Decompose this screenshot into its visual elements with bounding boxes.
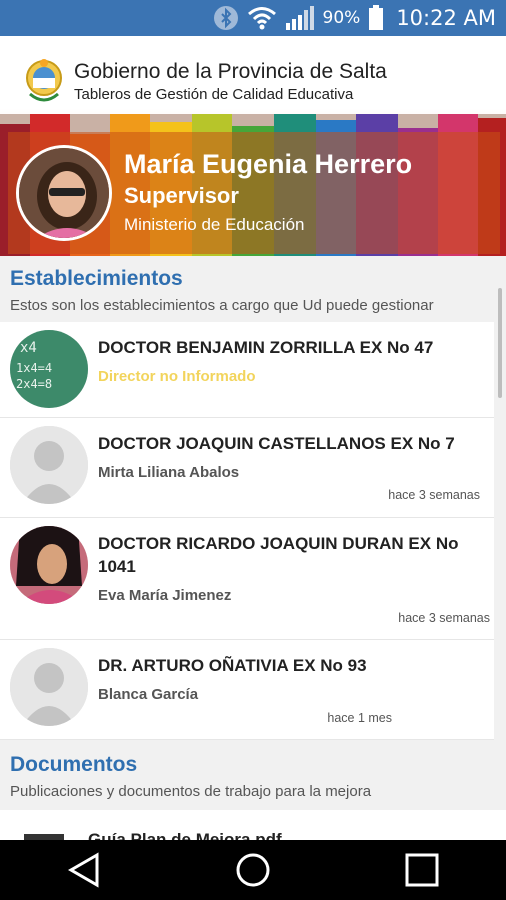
back-button[interactable] xyxy=(54,845,114,895)
svg-text:1x4=4: 1x4=4 xyxy=(16,361,52,375)
director-name: Director no Informado xyxy=(98,368,256,385)
establishment-name: DOCTOR JOAQUIN CASTELLANOS EX No 7 xyxy=(98,434,455,453)
provincial-seal-icon xyxy=(26,59,62,102)
default-avatar-icon xyxy=(10,426,88,504)
establishment-item[interactable]: x4 1x4=4 2x4=8 DOCTOR BENJAMIN ZORRILLA … xyxy=(0,322,494,418)
director-name: Mirta Liliana Abalos xyxy=(98,464,240,481)
user-profile-card: María Eugenia Herrero Supervisor Ministe… xyxy=(8,132,500,254)
default-avatar-icon xyxy=(10,648,88,726)
status-bar: 90% 10:22 AM xyxy=(0,0,506,36)
app-header: Gobierno de la Provincia de Salta Tabler… xyxy=(0,36,506,256)
user-name: María Eugenia Herrero xyxy=(124,149,413,179)
main-content[interactable]: Establecimientos Estos son los estableci… xyxy=(0,256,506,840)
user-organization: Ministerio de Educación xyxy=(124,215,305,234)
last-updated: hace 3 semanas xyxy=(388,488,480,502)
establecimientos-header: Establecimientos Estos son los estableci… xyxy=(0,256,506,322)
battery-icon xyxy=(368,5,384,31)
recents-button[interactable] xyxy=(392,845,452,895)
document-name: Guía Plan de Mejora.pdf xyxy=(88,830,282,840)
signal-icon xyxy=(285,5,315,31)
director-avatar xyxy=(10,526,88,604)
establishment-item[interactable]: DOCTOR JOAQUIN CASTELLANOS EX No 7 Mirta… xyxy=(0,418,494,518)
establecimientos-title: Establecimientos xyxy=(10,267,183,290)
user-role: Supervisor xyxy=(124,183,239,208)
chalkboard-thumbnail: x4 1x4=4 2x4=8 xyxy=(10,330,88,408)
back-triangle-icon xyxy=(68,852,99,888)
document-item[interactable]: Guía Plan de Mejora.pdf xyxy=(0,810,506,840)
director-name: Blanca García xyxy=(98,686,199,703)
svg-text:x4: x4 xyxy=(20,340,37,356)
home-button[interactable] xyxy=(223,845,283,895)
navigation-bar xyxy=(0,840,506,900)
battery-percent: 90% xyxy=(322,8,361,28)
documentos-header: Documentos Publicaciones y documentos de… xyxy=(0,740,506,810)
svg-text:2x4=8: 2x4=8 xyxy=(16,377,52,391)
government-brand: Gobierno de la Provincia de Salta Tabler… xyxy=(22,54,387,110)
documentos-title: Documentos xyxy=(10,753,138,776)
establishment-item[interactable]: DR. ARTURO OÑATIVIA EX No 93 Blanca Garc… xyxy=(0,640,494,740)
establishment-name: DOCTOR BENJAMIN ZORRILLA EX No 47 xyxy=(98,338,434,357)
director-name: Eva María Jimenez xyxy=(98,587,232,604)
establecimientos-subtitle: Estos son los establecimientos a cargo q… xyxy=(10,297,434,314)
app-subtitle: Tableros de Gestión de Calidad Educativa xyxy=(74,86,354,103)
establishment-item[interactable]: DOCTOR RICARDO JOAQUIN DURAN EX No 1041 … xyxy=(0,518,494,640)
last-updated: hace 1 mes xyxy=(327,711,392,725)
establishment-name: DR. ARTURO OÑATIVIA EX No 93 xyxy=(98,656,367,675)
government-title: Gobierno de la Provincia de Salta xyxy=(74,60,387,83)
scrollbar[interactable] xyxy=(498,288,502,398)
status-time: 10:22 AM xyxy=(396,6,496,30)
last-updated: hace 3 semanas xyxy=(398,611,490,625)
wifi-icon xyxy=(247,6,277,30)
user-avatar xyxy=(16,145,112,241)
recents-square-icon xyxy=(405,853,439,887)
bluetooth-icon xyxy=(213,5,239,31)
documentos-subtitle: Publicaciones y documentos de trabajo pa… xyxy=(10,783,372,800)
home-circle-icon xyxy=(236,853,270,887)
establishment-name: DOCTOR RICARDO JOAQUIN DURAN EX No 1041 xyxy=(98,534,459,576)
